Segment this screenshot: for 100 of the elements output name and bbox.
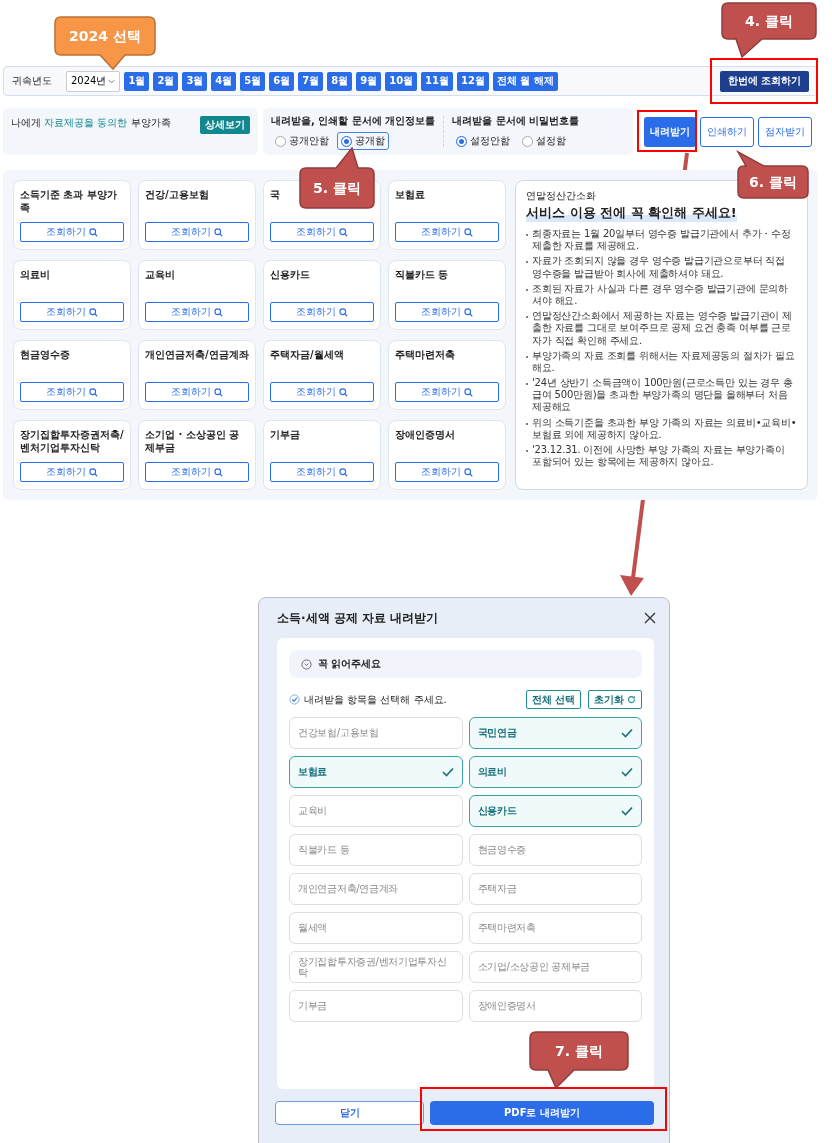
accordion-header[interactable]: 꼭 읽어주세요 bbox=[289, 650, 642, 678]
item-option[interactable]: 소기업/소상공인 공제부금 bbox=[468, 951, 642, 983]
option-label: 내려받을, 인쇄할 문서에 개인정보를 bbox=[271, 114, 436, 128]
month-button[interactable]: 7월 bbox=[298, 71, 324, 91]
search-icon bbox=[339, 307, 348, 317]
query-button[interactable]: 조회하기 bbox=[145, 462, 249, 482]
action-button[interactable]: 점자받기 bbox=[758, 116, 812, 147]
month-button[interactable]: 1월 bbox=[124, 71, 150, 91]
highlight-frame bbox=[637, 110, 697, 152]
query-button[interactable]: 조회하기 bbox=[145, 222, 249, 242]
search-icon bbox=[89, 227, 98, 237]
query-button[interactable]: 조회하기 bbox=[20, 462, 124, 482]
radio-option[interactable]: 공개함 bbox=[337, 132, 389, 150]
item-option[interactable]: 개인연금저축/연금계좌 bbox=[289, 873, 463, 905]
item-option[interactable]: 기부금 bbox=[289, 990, 463, 1022]
category-title: 교육비 bbox=[145, 268, 175, 281]
radio-option[interactable]: 설정함 bbox=[518, 132, 571, 150]
query-button[interactable]: 조회하기 bbox=[395, 302, 499, 322]
radio-option[interactable]: 설정안함 bbox=[452, 132, 515, 150]
item-option[interactable]: 현금영수증 bbox=[468, 834, 642, 866]
dialog-title: 소득·세액 공제 자료 내려받기 bbox=[277, 609, 439, 627]
notice-item: 위의 소득기준을 초과한 부양 가족의 자료는 의료비•교육비•보험료 외에 제공하지 않아요. bbox=[532, 416, 797, 441]
action-button[interactable]: 내려받기 bbox=[644, 116, 696, 147]
query-all-button[interactable]: 한번에 조회하기 bbox=[719, 70, 809, 92]
item-option[interactable]: 장기집합투자증권/벤처기업투자신탁 bbox=[289, 951, 463, 983]
query-button[interactable]: 조회하기 bbox=[20, 222, 124, 242]
category-title: 현금영수증 bbox=[20, 348, 70, 361]
instruction-text: 내려받을 항목을 선택해 주세요. bbox=[304, 692, 447, 707]
month-button[interactable]: 11월 bbox=[421, 71, 453, 91]
search-icon bbox=[89, 387, 98, 397]
radio-option[interactable]: 공개안함 bbox=[271, 132, 333, 150]
search-icon bbox=[89, 467, 98, 477]
category-title: 장애인증명서 bbox=[395, 428, 455, 441]
search-icon bbox=[464, 227, 473, 237]
item-option[interactable]: 주택자금 bbox=[468, 873, 642, 905]
item-option[interactable]: 국민연금 bbox=[468, 717, 642, 749]
query-button[interactable]: 조회하기 bbox=[145, 302, 249, 322]
category-title: 건강/고용보험 bbox=[145, 188, 209, 201]
category-title: 소득기준 초과 부양가족 bbox=[20, 188, 118, 214]
check-icon bbox=[621, 767, 633, 777]
notice-item: '23.12.31. 이전에 사망한 부양 가족의 자료는 부양가족이 포함되어 있는 항목에는 제공하지 않아요. bbox=[532, 444, 786, 469]
notice-item: 조회된 자료가 사실과 다른 경우 영수증 발급기관에 문의하셔야 해요. bbox=[532, 282, 790, 308]
reset-button[interactable]: 초기화 bbox=[588, 690, 642, 709]
search-icon bbox=[339, 227, 348, 237]
refresh-icon bbox=[627, 695, 636, 704]
check-icon bbox=[621, 806, 633, 816]
chevron-icon bbox=[108, 78, 116, 84]
search-icon bbox=[464, 307, 473, 317]
query-button[interactable]: 조회하기 bbox=[270, 222, 374, 242]
month-button[interactable]: 12월 bbox=[457, 71, 489, 91]
notice-item: 연말정산간소화에서 제공하는 자료는 영수증 발급기관이 제출한 자료를 그대로 보여주므로 공제 요건 충족 여부를 근로자가 직접 확인해 주세요. bbox=[532, 310, 793, 347]
month-button[interactable]: 5월 bbox=[240, 71, 266, 91]
query-button[interactable]: 조회하기 bbox=[145, 382, 249, 402]
search-icon bbox=[339, 467, 348, 477]
query-button[interactable]: 조회하기 bbox=[395, 462, 499, 482]
notice-item: 최종자료는 1월 20일부터 영수증 발급기관에서 추가・수정 제출한 자료를 제공해요. bbox=[532, 228, 792, 253]
item-option[interactable]: 주택마련저축 bbox=[468, 912, 642, 944]
item-option[interactable]: 장애인증명서 bbox=[468, 990, 642, 1022]
item-option[interactable]: 신용카드 bbox=[468, 795, 642, 827]
select-all-button[interactable]: 전체 선택 bbox=[525, 690, 581, 709]
item-option[interactable]: 의료비 bbox=[468, 756, 642, 788]
item-option[interactable]: 직불카드 등 bbox=[289, 834, 463, 866]
query-button[interactable]: 조회하기 bbox=[270, 382, 374, 402]
option-label: 내려받을 문서에 비밀번호를 bbox=[452, 114, 580, 128]
close-icon[interactable] bbox=[644, 612, 656, 624]
item-option[interactable]: 월세액 bbox=[289, 912, 463, 944]
category-title: 주택마련저축 bbox=[395, 348, 455, 361]
detail-button[interactable]: 상세보기 bbox=[200, 116, 250, 134]
query-button[interactable]: 조회하기 bbox=[270, 462, 374, 482]
month-button[interactable]: 8월 bbox=[327, 71, 353, 91]
category-title: 의료비 bbox=[20, 268, 50, 281]
month-button[interactable]: 2월 bbox=[153, 71, 179, 91]
action-button[interactable]: 인쇄하기 bbox=[700, 116, 754, 147]
category-title: 기부금 bbox=[270, 428, 300, 441]
search-icon bbox=[214, 467, 223, 477]
query-button[interactable]: 조회하기 bbox=[270, 302, 374, 322]
search-icon bbox=[464, 467, 473, 477]
search-icon bbox=[464, 387, 473, 397]
month-button[interactable]: 4월 bbox=[211, 71, 237, 91]
month-button[interactable]: 6월 bbox=[269, 71, 295, 91]
notice-item: 자료가 조회되지 않을 경우 영수증 발급기관으로부터 직접 영수증을 발급받아 회사에 제출하셔야 돼요. bbox=[532, 255, 787, 280]
year-label: 귀속년도 bbox=[12, 74, 52, 88]
check-circle-icon bbox=[289, 694, 300, 705]
month-button[interactable]: 3월 bbox=[182, 71, 208, 91]
month-button[interactable]: 10월 bbox=[385, 71, 418, 91]
clear-months-button[interactable]: 전체 월 해제 bbox=[492, 71, 558, 91]
query-button[interactable]: 조회하기 bbox=[20, 302, 124, 322]
search-icon bbox=[339, 387, 348, 397]
query-button[interactable]: 조회하기 bbox=[395, 222, 499, 242]
category-title: 소기업 · 소상공인 공제부금 bbox=[145, 428, 241, 454]
dialog-button[interactable]: 닫기 bbox=[275, 1101, 424, 1125]
category-title: 보험료 bbox=[395, 188, 425, 201]
item-option[interactable]: 교육비 bbox=[289, 795, 463, 827]
item-option[interactable]: 보험료 bbox=[289, 756, 463, 788]
item-option[interactable]: 건강보험/고용보험 bbox=[289, 717, 463, 749]
dialog-button[interactable]: PDF로 내려받기 bbox=[430, 1101, 654, 1125]
month-button[interactable]: 9월 bbox=[356, 71, 382, 91]
chevron-circle-icon bbox=[301, 658, 312, 670]
query-button[interactable]: 조회하기 bbox=[20, 382, 124, 402]
query-button[interactable]: 조회하기 bbox=[395, 382, 499, 402]
